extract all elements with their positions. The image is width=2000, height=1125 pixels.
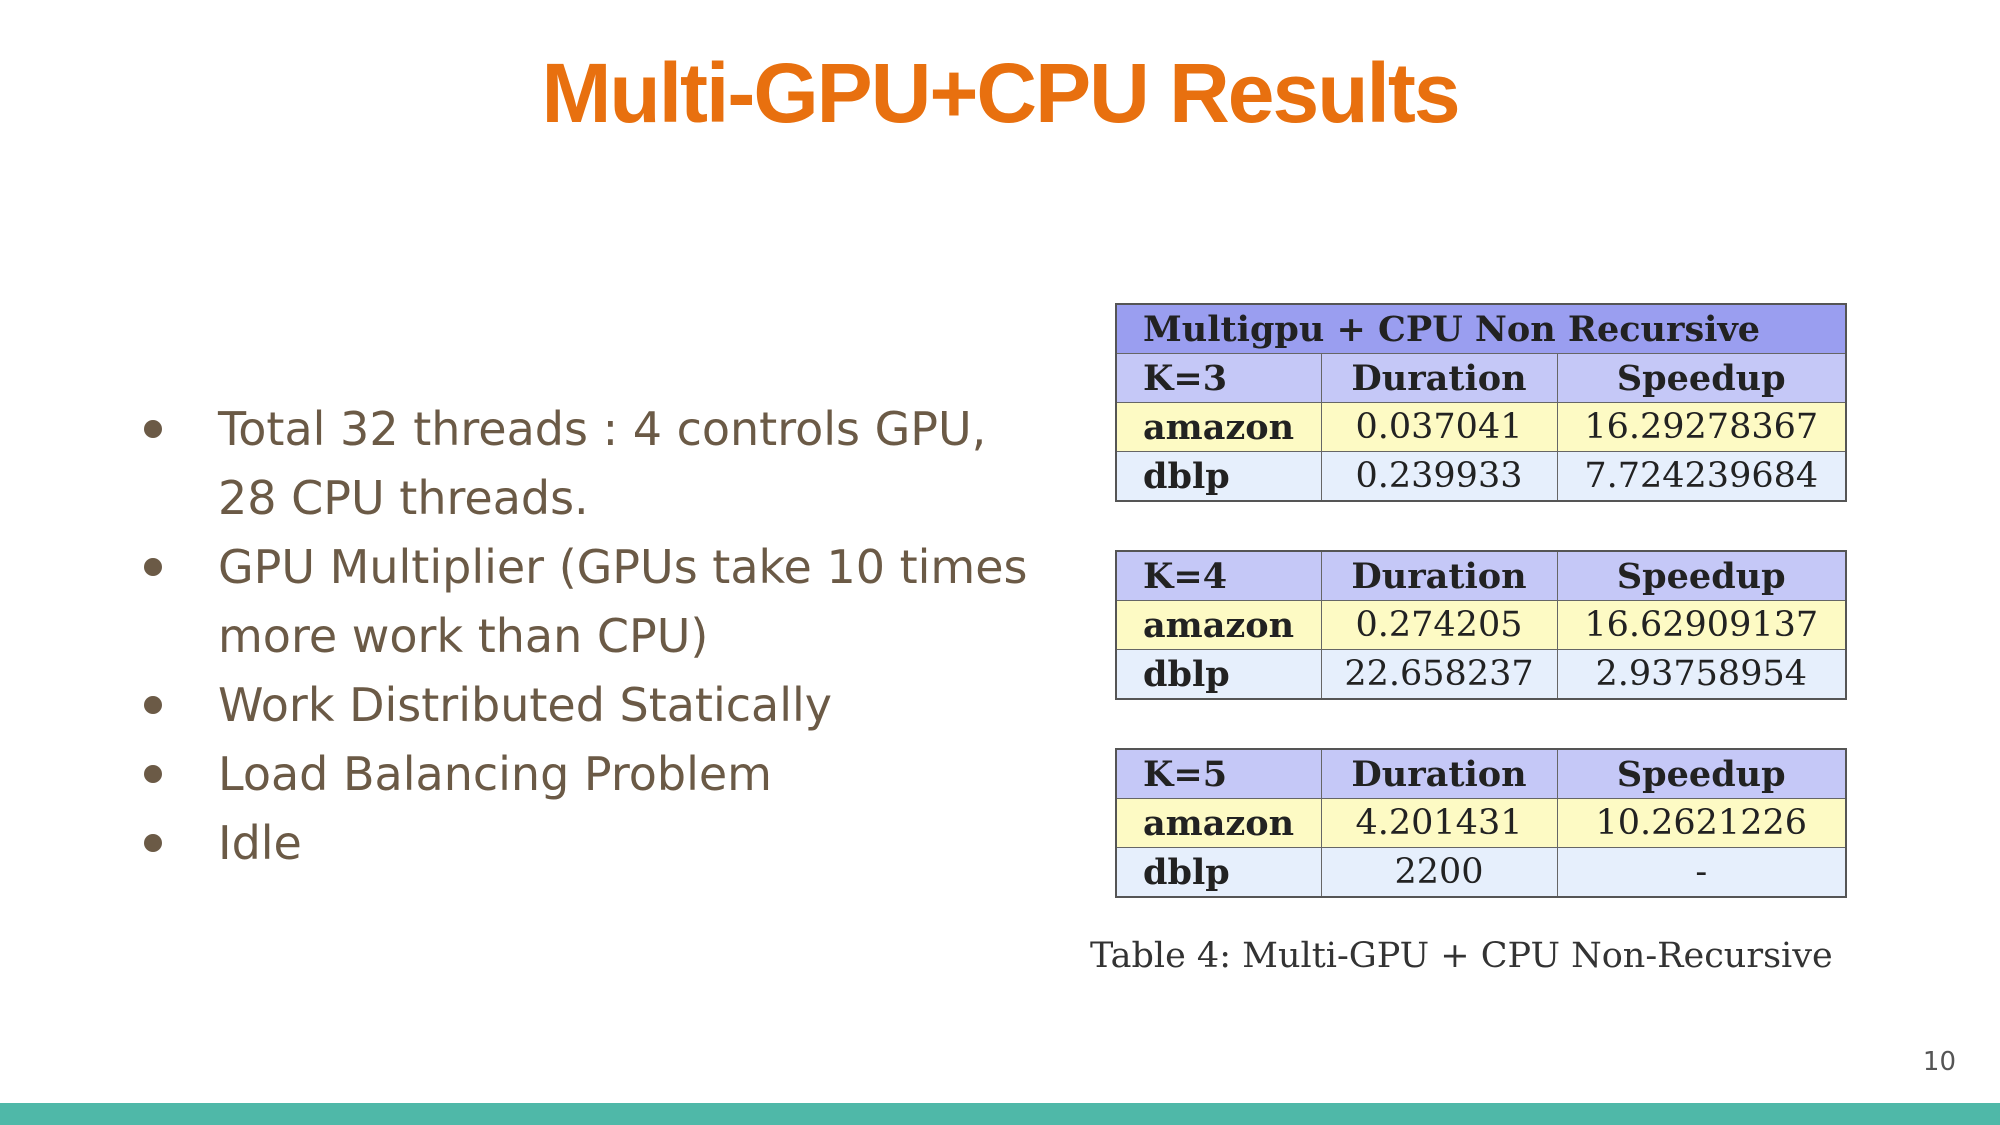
bullet-list: Total 32 threads : 4 controls GPU, 28 CP… — [130, 395, 1030, 878]
table-header-row: K=5 Duration Speedup — [1115, 748, 1847, 799]
speedup-cell: 16.62909137 — [1556, 600, 1847, 650]
bullet-dot-icon — [144, 834, 162, 852]
table-title-row: Multigpu + CPU Non Recursive — [1115, 303, 1847, 354]
table-header-row: K=3 Duration Speedup — [1115, 353, 1847, 403]
duration-cell: 4.201431 — [1320, 798, 1558, 848]
table-title: Multigpu + CPU Non Recursive — [1115, 303, 1847, 354]
bullet-text: Idle — [218, 816, 302, 870]
duration-header: Duration — [1320, 353, 1558, 403]
bullet-text: Load Balancing Problem — [218, 747, 772, 801]
bullet-item: Load Balancing Problem — [130, 740, 1030, 809]
bullet-text: Total 32 threads : 4 controls GPU, 28 CP… — [218, 402, 987, 525]
duration-header: Duration — [1320, 550, 1558, 601]
table-spacer — [1115, 502, 1845, 550]
table-row: dblp 2200 - — [1115, 847, 1847, 898]
duration-header: Duration — [1320, 748, 1558, 799]
table-header-row: K=4 Duration Speedup — [1115, 550, 1847, 601]
bullet-dot-icon — [144, 558, 162, 576]
k-label: K=4 — [1115, 550, 1322, 601]
table-row: dblp 22.658237 2.93758954 — [1115, 649, 1847, 700]
dataset-cell: amazon — [1115, 798, 1322, 848]
duration-cell: 0.037041 — [1320, 402, 1558, 452]
speedup-cell: 16.29278367 — [1556, 402, 1847, 452]
dataset-cell: dblp — [1115, 847, 1322, 898]
speedup-header: Speedup — [1556, 353, 1847, 403]
bullet-item: Work Distributed Statically — [130, 671, 1030, 740]
bullet-dot-icon — [144, 765, 162, 783]
bullet-item: Total 32 threads : 4 controls GPU, 28 CP… — [130, 395, 1030, 533]
bullet-text: Work Distributed Statically — [218, 678, 833, 732]
speedup-cell: 2.93758954 — [1556, 649, 1847, 700]
results-table-k4: K=4 Duration Speedup amazon 0.274205 16.… — [1115, 550, 1847, 700]
table-row: dblp 0.239933 7.724239684 — [1115, 451, 1847, 502]
duration-cell: 2200 — [1320, 847, 1558, 898]
bullet-dot-icon — [144, 420, 162, 438]
duration-cell: 0.239933 — [1320, 451, 1558, 502]
table-spacer — [1115, 700, 1845, 748]
speedup-cell: 10.2621226 — [1556, 798, 1847, 848]
speedup-cell: 7.724239684 — [1556, 451, 1847, 502]
bullet-item: GPU Multiplier (GPUs take 10 times more … — [130, 533, 1030, 671]
speedup-cell: - — [1556, 847, 1847, 898]
duration-cell: 22.658237 — [1320, 649, 1558, 700]
table-caption: Table 4: Multi-GPU + CPU Non-Recursive — [1090, 936, 1833, 976]
bullet-text: GPU Multiplier (GPUs take 10 times more … — [218, 540, 1028, 663]
k-label: K=5 — [1115, 748, 1322, 799]
speedup-header: Speedup — [1556, 550, 1847, 601]
table-row: amazon 0.037041 16.29278367 — [1115, 402, 1847, 452]
slide-title: Multi-GPU+CPU Results — [541, 46, 1460, 140]
dataset-cell: dblp — [1115, 451, 1322, 502]
results-table-k3: Multigpu + CPU Non Recursive K=3 Duratio… — [1115, 303, 1848, 502]
page-number: 10 — [1922, 1047, 1956, 1077]
bullet-item: Idle — [130, 809, 1030, 878]
duration-cell: 0.274205 — [1320, 600, 1558, 650]
bullet-dot-icon — [144, 696, 162, 714]
k-label: K=3 — [1115, 353, 1322, 403]
table-row: amazon 4.201431 10.2621226 — [1115, 798, 1847, 848]
dataset-cell: amazon — [1115, 402, 1322, 452]
dataset-cell: amazon — [1115, 600, 1322, 650]
speedup-header: Speedup — [1556, 748, 1847, 799]
results-table-figure: Multigpu + CPU Non Recursive K=3 Duratio… — [1090, 303, 1848, 976]
dataset-cell: dblp — [1115, 649, 1322, 700]
results-table-k5: K=5 Duration Speedup amazon 4.201431 10.… — [1115, 748, 1847, 898]
bottom-accent-bar — [0, 1103, 2000, 1125]
table-row: amazon 0.274205 16.62909137 — [1115, 600, 1847, 650]
